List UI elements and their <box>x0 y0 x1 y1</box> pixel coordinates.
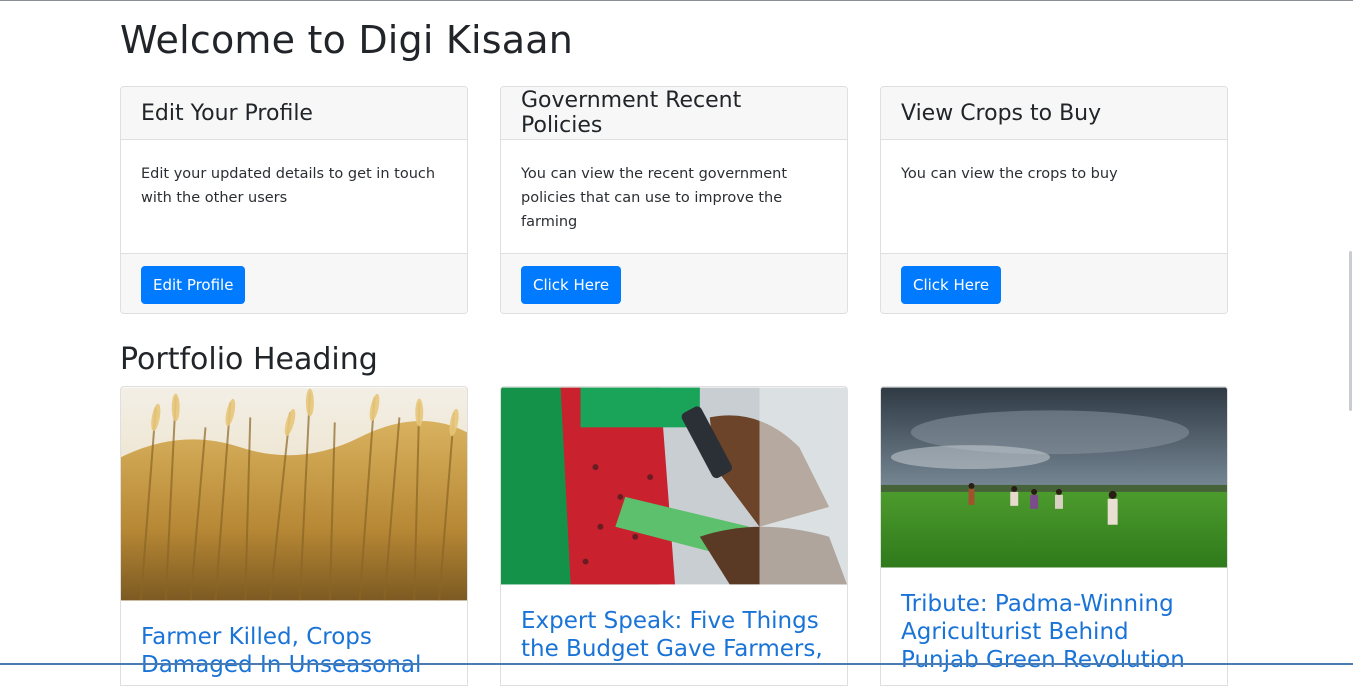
card-header: Edit Your Profile <box>121 87 467 140</box>
card-footer: Click Here <box>881 253 1227 313</box>
page-title: Welcome to Digi Kisaan <box>120 18 574 62</box>
view-crops-button[interactable]: Click Here <box>901 266 1002 304</box>
card-header: Government Recent Policies <box>501 87 847 140</box>
card-government-policies: Government Recent Policies You can view … <box>500 86 848 314</box>
card-body-text: Edit your updated details to get in touc… <box>141 166 436 206</box>
card-footer: Click Here <box>501 253 847 313</box>
card-edit-profile: Edit Your Profile Edit your updated deta… <box>120 86 468 314</box>
portfolio-title-link-1[interactable]: Farmer Killed, Crops Damaged In Unseason… <box>121 623 467 679</box>
portfolio-heading: Portfolio Heading <box>120 342 378 377</box>
scrollbar-thumb[interactable] <box>1349 251 1352 411</box>
view-policies-button[interactable]: Click Here <box>521 266 622 304</box>
card-body-text: You can view the crops to buy <box>901 166 1118 182</box>
farmer-phone-image[interactable] <box>501 387 847 585</box>
card-header: View Crops to Buy <box>881 87 1227 140</box>
green-field-image[interactable] <box>881 387 1227 568</box>
portfolio-title-link-2[interactable]: Expert Speak: Five Things the Budget Gav… <box>501 607 847 663</box>
portfolio-card-3: Tribute: Padma-Winning Agriculturist Beh… <box>880 386 1228 686</box>
edit-profile-button[interactable]: Edit Profile <box>141 266 246 304</box>
card-body-text: You can view the recent government polic… <box>521 166 787 230</box>
wheat-field-image[interactable] <box>121 387 467 601</box>
vertical-scrollbar[interactable] <box>1348 1 1353 666</box>
portfolio-card-1: Farmer Killed, Crops Damaged In Unseason… <box>120 386 468 686</box>
portfolio-card-2: Expert Speak: Five Things the Budget Gav… <box>500 386 848 686</box>
card-footer: Edit Profile <box>121 253 467 313</box>
portfolio-title-link-3[interactable]: Tribute: Padma-Winning Agriculturist Beh… <box>881 590 1227 674</box>
card-view-crops: View Crops to Buy You can view the crops… <box>880 86 1228 314</box>
